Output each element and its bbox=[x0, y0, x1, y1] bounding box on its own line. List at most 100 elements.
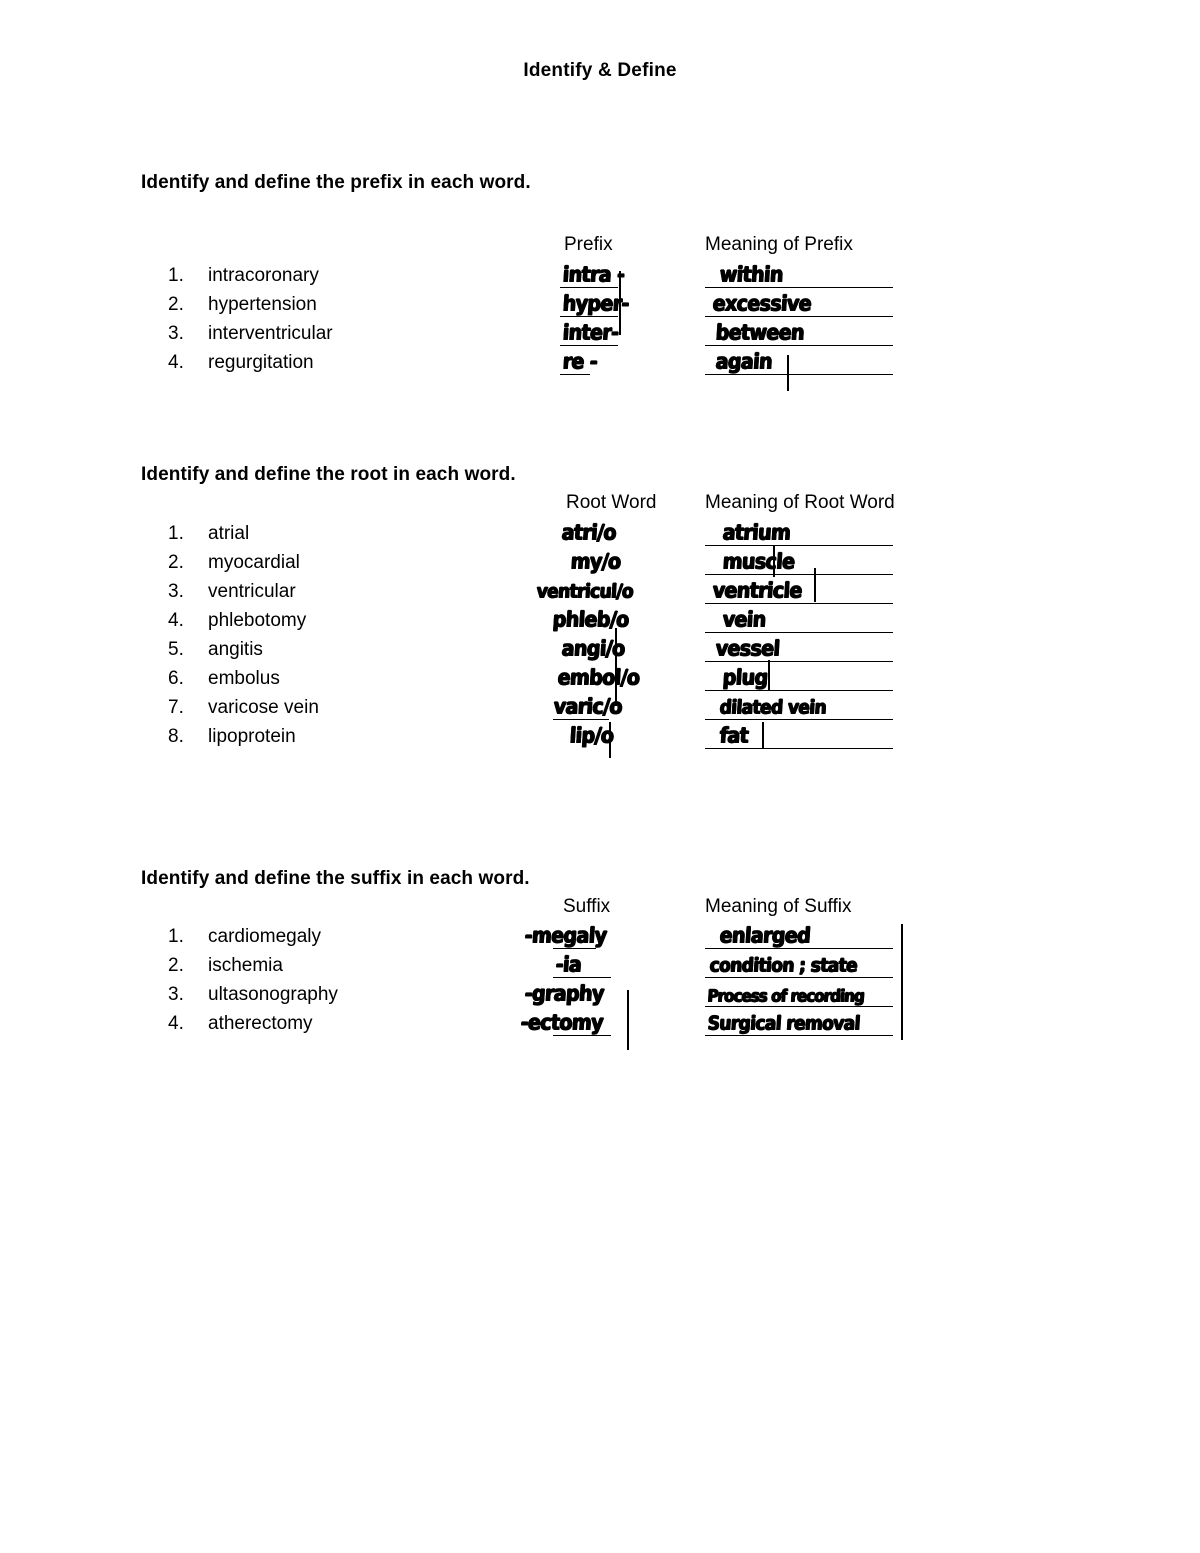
list-item: 2. ischemia bbox=[168, 951, 338, 980]
prefix-meaning-handwriting: within bbox=[719, 262, 784, 287]
answer-rule bbox=[705, 287, 893, 288]
answer-row: condition ; state bbox=[705, 951, 893, 980]
root-column-header: Root Word bbox=[566, 492, 657, 513]
stray-pen-stroke bbox=[627, 990, 629, 1050]
list-number: 1. bbox=[168, 265, 184, 286]
root-meaning-handwriting: plug bbox=[722, 665, 769, 690]
prefix-answer-handwriting: inter- bbox=[562, 320, 620, 345]
suffix-meaning-handwriting: enlarged bbox=[719, 923, 811, 948]
answer-row: within bbox=[705, 261, 893, 290]
answer-row: dilated vein bbox=[705, 693, 893, 722]
list-item: 1. atrial bbox=[168, 519, 319, 548]
answer-rule bbox=[705, 948, 893, 949]
list-word: regurgitation bbox=[208, 352, 314, 373]
answer-rule bbox=[553, 1035, 611, 1036]
root-answer-handwriting: lip/o bbox=[569, 723, 615, 748]
list-word: intracoronary bbox=[208, 265, 319, 286]
list-number: 3. bbox=[168, 581, 184, 602]
list-word: atherectomy bbox=[208, 1013, 313, 1034]
answer-rule bbox=[705, 719, 893, 720]
root-word-list: 1. atrial 2. myocardial 3. ventricular 4. ph… bbox=[168, 519, 319, 751]
list-item: 5. angitis bbox=[168, 635, 319, 664]
list-word: ultasonography bbox=[208, 984, 338, 1005]
list-item: 8. lipoprotein bbox=[168, 722, 319, 751]
list-number: 7. bbox=[168, 697, 184, 718]
suffix-answer-handwriting: -graphy bbox=[524, 981, 605, 1006]
list-word: phlebotomy bbox=[208, 610, 307, 631]
answer-row: excessive bbox=[705, 290, 893, 319]
root-answer-handwriting: phleb/o bbox=[552, 607, 630, 632]
list-number: 8. bbox=[168, 726, 184, 747]
answer-row: atri/o bbox=[525, 519, 655, 548]
answer-row: again bbox=[705, 348, 893, 377]
answer-row: phleb/o bbox=[525, 606, 655, 635]
list-word: ventricular bbox=[208, 581, 296, 602]
stray-pen-stroke bbox=[773, 545, 775, 577]
list-number: 2. bbox=[168, 294, 184, 315]
answer-rule bbox=[560, 316, 618, 317]
stray-pen-stroke bbox=[619, 271, 621, 335]
list-word: myocardial bbox=[208, 552, 300, 573]
list-number: 4. bbox=[168, 610, 184, 631]
list-item: 3. ventricular bbox=[168, 577, 319, 606]
answer-rule bbox=[705, 632, 893, 633]
list-item: 2. myocardial bbox=[168, 548, 319, 577]
answer-row: vessel bbox=[705, 635, 893, 664]
suffix-answer-handwriting: -megaly bbox=[524, 923, 608, 948]
prefix-meaning-column-header: Meaning of Prefix bbox=[705, 234, 853, 255]
answer-rule bbox=[705, 748, 893, 749]
suffix-meaning-handwriting: Surgical removal bbox=[707, 1012, 861, 1035]
suffix-meaning-column-header: Meaning of Suffix bbox=[705, 896, 852, 917]
list-number: 1. bbox=[168, 523, 184, 544]
prefix-meaning-handwriting: between bbox=[715, 320, 805, 345]
worksheet-page: Identify & Define Identify and define th… bbox=[0, 0, 1200, 1553]
answer-row: -megaly bbox=[520, 922, 640, 951]
prefix-meaning-handwriting: again bbox=[715, 349, 773, 374]
answer-row: Surgical removal bbox=[705, 1009, 893, 1038]
answer-row: embol/o bbox=[525, 664, 655, 693]
list-item: 7. varicose vein bbox=[168, 693, 319, 722]
suffix-meaning-handwriting: condition ; state bbox=[709, 954, 858, 977]
answer-rule bbox=[705, 545, 893, 546]
answer-rule bbox=[705, 603, 893, 604]
answer-rule bbox=[560, 287, 618, 288]
suffix-answer-handwriting: -ia bbox=[555, 952, 582, 977]
answer-rule bbox=[705, 374, 893, 375]
answer-row: -graphy bbox=[520, 980, 640, 1009]
stray-pen-stroke bbox=[615, 628, 617, 706]
list-item: 2. hypertension bbox=[168, 290, 333, 319]
list-number: 6. bbox=[168, 668, 184, 689]
root-answer-handwriting: atri/o bbox=[561, 520, 617, 545]
list-item: 3. interventricular bbox=[168, 319, 333, 348]
prefix-section-instruction: Identify and define the prefix in each w… bbox=[141, 172, 531, 193]
root-answer-handwriting: embol/o bbox=[557, 665, 641, 690]
answer-rule bbox=[553, 977, 611, 978]
stray-pen-stroke bbox=[901, 924, 903, 1040]
root-meaning-handwriting: ventricle bbox=[712, 578, 803, 603]
answer-row: -ia bbox=[520, 951, 640, 980]
list-number: 5. bbox=[168, 639, 184, 660]
prefix-meaning-handwriting: excessive bbox=[712, 291, 812, 316]
list-word: interventricular bbox=[208, 323, 333, 344]
list-word: ischemia bbox=[208, 955, 283, 976]
answer-row: varic/o bbox=[525, 693, 655, 722]
answer-row: angi/o bbox=[525, 635, 655, 664]
root-answer-column: atri/o my/o ventricul/o phleb/o angi/o e… bbox=[525, 519, 655, 751]
suffix-meaning-handwriting: Process of recording bbox=[707, 985, 865, 1006]
answer-row: between bbox=[705, 319, 893, 348]
prefix-word-list: 1. intracoronary 2. hypertension 3. interve… bbox=[168, 261, 333, 377]
answer-row: ventricle bbox=[705, 577, 893, 606]
root-meaning-handwriting: vein bbox=[722, 607, 767, 632]
answer-rule bbox=[705, 574, 893, 575]
root-meaning-handwriting: vessel bbox=[715, 636, 781, 661]
prefix-answer-handwriting: re - bbox=[562, 349, 598, 374]
list-item: 1. intracoronary bbox=[168, 261, 333, 290]
root-meaning-handwriting: atrium bbox=[722, 520, 792, 545]
list-word: atrial bbox=[208, 523, 250, 544]
list-item: 4. regurgitation bbox=[168, 348, 333, 377]
list-word: embolus bbox=[208, 668, 280, 689]
page-title: Identify & Define bbox=[523, 60, 677, 81]
answer-rule bbox=[705, 316, 893, 317]
root-answer-handwriting: varic/o bbox=[553, 694, 623, 719]
stray-pen-stroke bbox=[768, 660, 770, 690]
